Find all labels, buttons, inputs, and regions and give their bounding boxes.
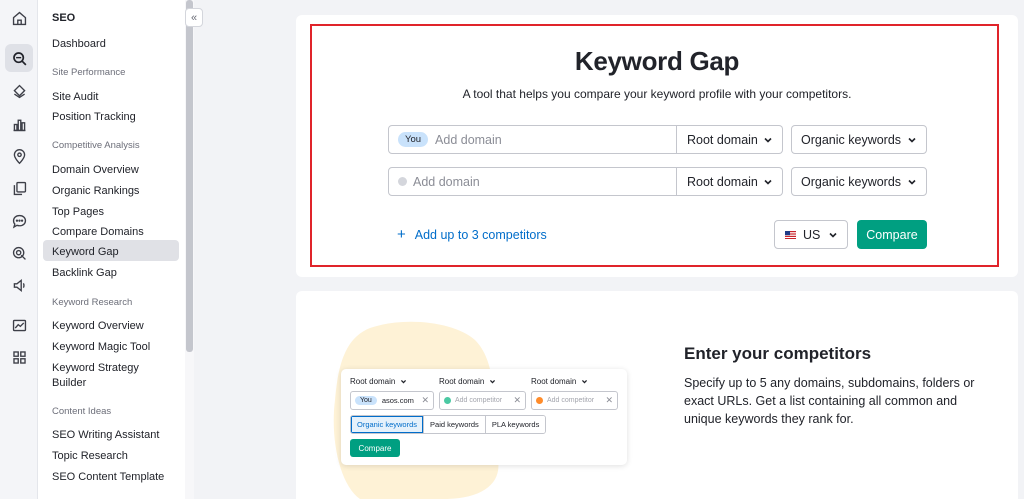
illustration-competitor-field-2: Add competitor ✕ — [531, 391, 618, 410]
illustration-your-domain: asos.com — [381, 396, 414, 405]
sidebar-item-label-line1: Keyword Strategy — [52, 362, 139, 374]
competitor-dot — [536, 397, 543, 404]
chevron-down-icon — [764, 137, 772, 143]
page-title: Keyword Gap — [574, 46, 740, 76]
chevron-down-icon — [829, 232, 837, 238]
add-competitors-label: Add up to 3 competitors — [414, 227, 547, 242]
home-icon[interactable] — [5, 4, 33, 32]
sidebar-item-seo-content-template[interactable]: SEO Content Template — [43, 467, 179, 488]
sidebar-item-backlink-gap[interactable]: Backlink Gap — [43, 263, 179, 284]
reports-icon[interactable] — [5, 311, 33, 339]
social-icon[interactable] — [5, 207, 33, 235]
apps-icon[interactable] — [5, 343, 33, 371]
sidebar: SEO Dashboard Site Performance Site Audi… — [38, 0, 194, 499]
local-icon[interactable] — [5, 77, 33, 105]
ai-icon[interactable] — [5, 239, 33, 267]
sidebar-section-site-performance: Site Performance — [52, 67, 126, 78]
compare-button[interactable]: Compare — [857, 220, 927, 249]
sidebar-item-site-audit[interactable]: Site Audit — [43, 87, 179, 108]
your-domain-input[interactable] — [435, 132, 636, 147]
sidebar-section-keyword-research: Keyword Research — [52, 297, 133, 308]
collapse-sidebar-button[interactable]: « — [185, 8, 203, 27]
page-subtitle: A tool that helps you compare your keywo… — [462, 87, 852, 101]
sidebar-item-topic-research[interactable]: Topic Research — [43, 446, 179, 467]
root-domain-select-1[interactable]: Root domain — [677, 125, 783, 154]
root-domain-label: Root domain — [687, 174, 758, 189]
database-label: US — [803, 227, 821, 242]
illustration-label-text: Root domain — [439, 377, 485, 386]
sidebar-item-keyword-magic-tool[interactable]: Keyword Magic Tool — [43, 337, 179, 358]
keyword-type-label: Organic keywords — [801, 174, 902, 189]
sidebar-section-competitive-analysis: Competitive Analysis — [52, 140, 140, 151]
competitor-domain-field[interactable] — [388, 167, 677, 196]
illustration-you-chip: You — [355, 396, 377, 405]
onboarding-title: Enter your competitors — [684, 344, 872, 363]
plus-icon: + — [397, 226, 406, 243]
sidebar-scrollbar-thumb[interactable] — [186, 0, 193, 352]
illustration-tab-organic: Organic keywords — [351, 416, 425, 433]
traffic-icon[interactable] — [5, 110, 33, 138]
illustration-root-domain-label-3: Root domain — [531, 377, 588, 386]
sidebar-item-keyword-overview[interactable]: Keyword Overview — [43, 316, 179, 337]
sidebar-item-seo-writing-assistant[interactable]: SEO Writing Assistant — [43, 425, 179, 446]
chevron-down-icon — [401, 380, 407, 384]
sidebar-item-keyword-strategy-builder[interactable]: Keyword Strategy Builder — [43, 358, 179, 394]
root-domain-select-2[interactable]: Root domain — [677, 167, 783, 196]
sidebar-item-label-line2: Builder — [52, 377, 87, 389]
illustration-tab-paid: Paid keywords — [424, 416, 486, 433]
advertising-icon[interactable] — [5, 271, 33, 299]
you-chip: You — [398, 132, 429, 147]
us-flag-icon — [785, 230, 796, 239]
illustration-competitor-placeholder: Add competitor — [547, 397, 595, 404]
sidebar-item-dashboard[interactable]: Dashboard — [43, 34, 179, 55]
sidebar-heading: SEO — [52, 12, 76, 24]
root-domain-label: Root domain — [687, 132, 758, 147]
illustration-competitor-field-1: Add competitor ✕ — [439, 391, 526, 410]
sidebar-item-organic-rankings[interactable]: Organic Rankings — [43, 181, 179, 202]
chevron-down-icon — [490, 380, 496, 384]
chevron-down-icon — [908, 137, 916, 143]
add-competitors-link[interactable]: + Add up to 3 competitors — [397, 226, 547, 243]
illustration-tab-pla: PLA keywords — [485, 416, 546, 433]
sidebar-item-top-pages[interactable]: Top Pages — [43, 202, 179, 223]
illustration-keyword-tabs: Organic keywords Paid keywords PLA keywo… — [350, 415, 547, 434]
sidebar-item-position-tracking[interactable]: Position Tracking — [43, 107, 179, 128]
illustration-compare-button: Compare — [350, 439, 400, 457]
illustration-competitor-placeholder: Add competitor — [455, 397, 503, 404]
chevron-down-icon — [582, 380, 588, 384]
sidebar-section-content-ideas: Content Ideas — [52, 406, 112, 417]
illustration-root-domain-label-2: Root domain — [439, 377, 496, 386]
close-icon: ✕ — [513, 395, 521, 405]
illustration-label-text: Root domain — [350, 377, 396, 386]
illustration-label-text: Root domain — [531, 377, 577, 386]
chevron-down-icon — [908, 179, 916, 185]
chevron-down-icon — [764, 179, 772, 185]
competitor-dot — [398, 177, 407, 186]
your-domain-field[interactable]: You — [388, 125, 677, 154]
competitor-domain-input[interactable] — [413, 174, 613, 189]
keyword-type-label: Organic keywords — [801, 132, 902, 147]
competitor-dot — [444, 397, 451, 404]
content-icon[interactable] — [5, 174, 33, 202]
close-icon: ✕ — [605, 395, 613, 405]
illustration-your-domain-field: You asos.com ✕ — [350, 391, 434, 410]
keyword-type-select-1[interactable]: Organic keywords — [791, 125, 927, 154]
illustration-root-domain-label-1: Root domain — [350, 377, 407, 386]
onboarding-description: Specify up to 5 any domains, subdomains,… — [684, 376, 975, 426]
icon-rail — [0, 0, 38, 499]
close-icon: ✕ — [421, 395, 429, 405]
keyword-type-select-2[interactable]: Organic keywords — [791, 167, 927, 196]
seo-toolkit-icon[interactable] — [5, 44, 33, 72]
database-select[interactable]: US — [774, 220, 848, 249]
sidebar-item-keyword-gap[interactable]: Keyword Gap — [43, 240, 179, 261]
sidebar-item-domain-overview[interactable]: Domain Overview — [43, 160, 179, 181]
location-pin-icon[interactable] — [5, 142, 33, 170]
